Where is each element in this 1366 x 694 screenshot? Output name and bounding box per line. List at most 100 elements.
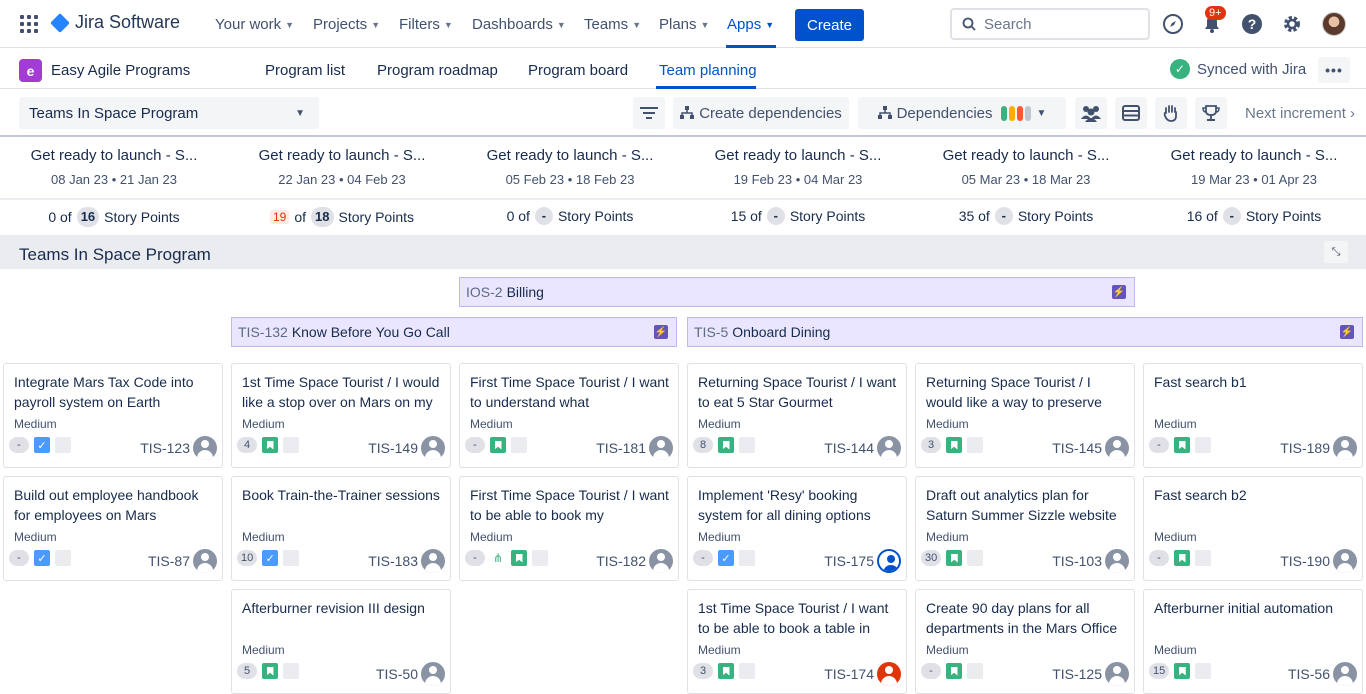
- notification-badge: 9+: [1205, 6, 1226, 20]
- assignee-avatar-icon[interactable]: [1333, 662, 1357, 686]
- issue-card[interactable]: First Time Space Tourist / I want to und…: [459, 363, 679, 468]
- search-box[interactable]: [950, 8, 1150, 40]
- rows-button[interactable]: [1115, 97, 1147, 129]
- nav-your-work[interactable]: Your work ▼: [215, 16, 294, 33]
- assignee-avatar-icon[interactable]: [421, 662, 445, 686]
- objectives-button[interactable]: [1195, 97, 1227, 129]
- epic-bar[interactable]: TIS-132 Know Before You Go Call ⚡: [231, 317, 677, 347]
- issue-title: Book Train-the-Trainer sessions: [242, 487, 440, 503]
- assignee-avatar-icon[interactable]: [1105, 549, 1129, 573]
- assignee-avatar-icon[interactable]: [193, 549, 217, 573]
- user-avatar[interactable]: [1322, 12, 1346, 36]
- issue-key[interactable]: TIS-183: [368, 553, 418, 569]
- epic-bar[interactable]: TIS-5 Onboard Dining ⚡: [687, 317, 1363, 347]
- assignee-avatar-icon[interactable]: [877, 549, 901, 573]
- issue-key[interactable]: TIS-103: [1052, 553, 1102, 569]
- issue-card[interactable]: Integrate Mars Tax Code into payroll sys…: [3, 363, 223, 468]
- nav-label: Your work: [215, 16, 282, 33]
- issue-key[interactable]: TIS-87: [148, 553, 190, 569]
- priority-placeholder-icon: [967, 663, 983, 679]
- epic-key: TIS-132: [238, 324, 288, 340]
- issue-title: Create 90 day plans for all departments …: [926, 600, 1118, 636]
- jira-logo[interactable]: Jira Software: [50, 12, 180, 33]
- settings-icon[interactable]: [1281, 13, 1303, 35]
- nav-teams[interactable]: Teams ▼: [584, 16, 641, 33]
- issue-key[interactable]: TIS-181: [596, 440, 646, 456]
- create-dependencies-button[interactable]: Create dependencies: [673, 97, 849, 129]
- search-input[interactable]: [984, 15, 1134, 33]
- nav-plans[interactable]: Plans ▼: [659, 16, 709, 33]
- issue-card[interactable]: Returning Space Tourist / I would like a…: [915, 363, 1135, 468]
- dependencies-dropdown[interactable]: Dependencies ▼: [858, 97, 1066, 129]
- tab-program-roadmap[interactable]: Program roadmap: [377, 62, 498, 79]
- assignee-avatar-icon[interactable]: [1105, 436, 1129, 460]
- issue-card[interactable]: Book Train-the-Trainer sessions Medium 10 ✓…: [231, 476, 451, 581]
- help-icon[interactable]: ?: [1241, 13, 1263, 35]
- issue-card[interactable]: Afterburner revision III design Medium 5 TI…: [231, 589, 451, 694]
- app-switcher-icon[interactable]: [20, 15, 38, 33]
- nav-projects[interactable]: Projects ▼: [313, 16, 380, 33]
- estimate-pill: 15: [1149, 663, 1170, 679]
- priority-placeholder-icon: [532, 550, 548, 566]
- issue-key[interactable]: TIS-174: [824, 666, 874, 682]
- sprint-title[interactable]: Get ready to launch - S...: [1140, 147, 1366, 164]
- nav-label: Filters: [399, 16, 440, 33]
- compass-icon[interactable]: [1162, 13, 1184, 35]
- nav-dashboards[interactable]: Dashboards ▼: [472, 16, 566, 33]
- assignee-avatar-icon[interactable]: [1333, 436, 1357, 460]
- assignee-avatar-icon[interactable]: [649, 436, 673, 460]
- next-increment-link[interactable]: Next increment ›: [1245, 105, 1355, 122]
- issue-priority: Medium: [470, 417, 513, 431]
- issue-card[interactable]: Fast search b1 Medium - TIS-189: [1143, 363, 1363, 468]
- tab-team-planning[interactable]: Team planning: [659, 62, 757, 79]
- issue-key[interactable]: TIS-175: [824, 553, 874, 569]
- sprint-title[interactable]: Get ready to launch - S...: [228, 147, 456, 164]
- epic-bar[interactable]: IOS-2 Billing ⚡: [459, 277, 1135, 307]
- issue-key[interactable]: TIS-56: [1288, 666, 1330, 682]
- issue-title: 1st Time Space Tourist / I would like a …: [242, 374, 440, 410]
- nav-apps[interactable]: Apps ▼: [727, 16, 774, 33]
- program-select[interactable]: Teams In Space Program ▼: [19, 97, 319, 129]
- issue-key[interactable]: TIS-182: [596, 553, 646, 569]
- issue-key[interactable]: TIS-125: [1052, 666, 1102, 682]
- issue-card[interactable]: First Time Space Tourist / I want to be …: [459, 476, 679, 581]
- issue-card[interactable]: Fast search b2 Medium - TIS-190: [1143, 476, 1363, 581]
- issue-card[interactable]: Implement 'Resy' booking system for all …: [687, 476, 907, 581]
- sprint-title[interactable]: Get ready to launch - S...: [456, 147, 684, 164]
- collapse-button[interactable]: ⤡: [1324, 241, 1348, 263]
- issue-card[interactable]: Create 90 day plans for all departments …: [915, 589, 1135, 694]
- issue-card[interactable]: Returning Space Tourist / I want to eat …: [687, 363, 907, 468]
- assignee-avatar-icon[interactable]: [1333, 549, 1357, 573]
- create-button[interactable]: Create: [795, 9, 864, 41]
- capacity-button[interactable]: [1155, 97, 1187, 129]
- tab-program-board[interactable]: Program board: [528, 62, 628, 79]
- issue-card[interactable]: 1st Time Space Tourist / I want to be ab…: [687, 589, 907, 694]
- tab-program-list[interactable]: Program list: [265, 62, 345, 79]
- assignee-avatar-icon[interactable]: [1105, 662, 1129, 686]
- filter-button[interactable]: [633, 97, 665, 129]
- assignee-avatar-icon[interactable]: [421, 436, 445, 460]
- assignee-avatar-icon[interactable]: [421, 549, 445, 573]
- assignee-avatar-icon[interactable]: [649, 549, 673, 573]
- nav-filters[interactable]: Filters ▼: [399, 16, 453, 33]
- priority-placeholder-icon: [283, 550, 300, 566]
- issue-key[interactable]: TIS-123: [140, 440, 190, 456]
- issue-key[interactable]: TIS-190: [1280, 553, 1330, 569]
- assignee-avatar-icon[interactable]: [877, 436, 901, 460]
- sprint-title[interactable]: Get ready to launch - S...: [0, 147, 228, 164]
- issue-key[interactable]: TIS-149: [368, 440, 418, 456]
- issue-card[interactable]: Build out employee handbook for employee…: [3, 476, 223, 581]
- teams-button[interactable]: [1075, 97, 1107, 129]
- assignee-avatar-icon[interactable]: [193, 436, 217, 460]
- more-actions-button[interactable]: •••: [1318, 57, 1350, 83]
- assignee-avatar-icon[interactable]: [877, 662, 901, 686]
- issue-card[interactable]: Draft out analytics plan for Saturn Summ…: [915, 476, 1135, 581]
- issue-card[interactable]: 1st Time Space Tourist / I would like a …: [231, 363, 451, 468]
- sprint-title[interactable]: Get ready to launch - S...: [684, 147, 912, 164]
- issue-key[interactable]: TIS-189: [1280, 440, 1330, 456]
- issue-card[interactable]: Afterburner initial automation Medium 15 TI…: [1143, 589, 1363, 694]
- sprint-title[interactable]: Get ready to launch - S...: [912, 147, 1140, 164]
- issue-key[interactable]: TIS-145: [1052, 440, 1102, 456]
- issue-key[interactable]: TIS-144: [824, 440, 874, 456]
- issue-key[interactable]: TIS-50: [376, 666, 418, 682]
